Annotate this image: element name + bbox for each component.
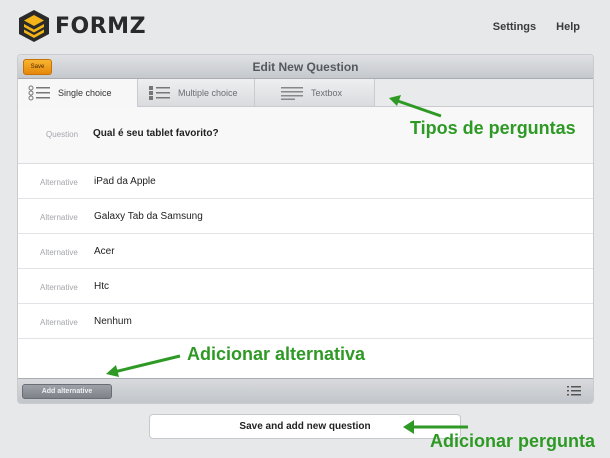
alternative-label: Alternative [40,178,78,187]
question-label: Question [46,130,79,139]
alternative-row[interactable]: Alternative Acer [18,234,593,269]
alternative-label: Alternative [40,248,78,257]
tab-textbox[interactable]: Textbox [255,79,375,106]
tab-single-choice[interactable]: Single choice [18,79,138,107]
editor-bottom-toolbar: Add alternative [18,378,593,403]
reorder-list-icon[interactable] [567,386,581,396]
alternative-input[interactable]: Nenhum [94,316,132,327]
alternative-label: Alternative [40,318,78,327]
add-alternative-button[interactable]: Add alternative [22,384,112,399]
logo-icon [19,10,49,42]
alternative-input[interactable]: iPad da Apple [94,176,156,187]
tab-multiple-choice[interactable]: Multiple choice [138,79,255,106]
alternative-row[interactable]: Alternative iPad da Apple [18,164,593,199]
alternative-label: Alternative [40,213,78,222]
editor-title: Edit New Question [252,60,359,74]
alternative-input[interactable]: Acer [94,246,115,257]
alternative-input[interactable]: Htc [94,281,109,292]
editor-titlebar: Save Edit New Question [18,55,593,79]
tab-label: Textbox [311,87,343,98]
tab-label: Multiple choice [178,87,238,98]
annotation-add-question: Adicionar pergunta [430,431,596,451]
question-type-tabs: Single choice Multiple choice Textbox [18,79,593,107]
annotation-add-alternative: Adicionar alternativa [187,344,366,364]
logo-text: FORMZ [55,13,147,39]
multiple-choice-icon [149,85,170,100]
alternative-input[interactable]: Galaxy Tab da Samsung [94,211,203,222]
arrow-add-alternative-icon [106,354,181,377]
alternative-row[interactable]: Alternative Nenhum [18,304,593,339]
question-input[interactable]: Qual é seu tablet favorito? [93,128,219,139]
alternative-label: Alternative [40,283,78,292]
single-choice-icon [28,85,50,101]
logo: FORMZ [17,9,146,43]
textbox-icon [281,86,303,100]
help-link[interactable]: Help [556,21,580,33]
settings-link[interactable]: Settings [493,21,536,33]
alternatives-list: Alternative iPad da Apple Alternative Ga… [18,164,593,339]
alternative-row[interactable]: Alternative Htc [18,269,593,304]
tab-label: Single choice [58,88,112,98]
alternative-row[interactable]: Alternative Galaxy Tab da Samsung [18,199,593,234]
top-nav: Settings Help [493,21,580,33]
annotation-question-types: Tipos de perguntas [410,118,576,138]
